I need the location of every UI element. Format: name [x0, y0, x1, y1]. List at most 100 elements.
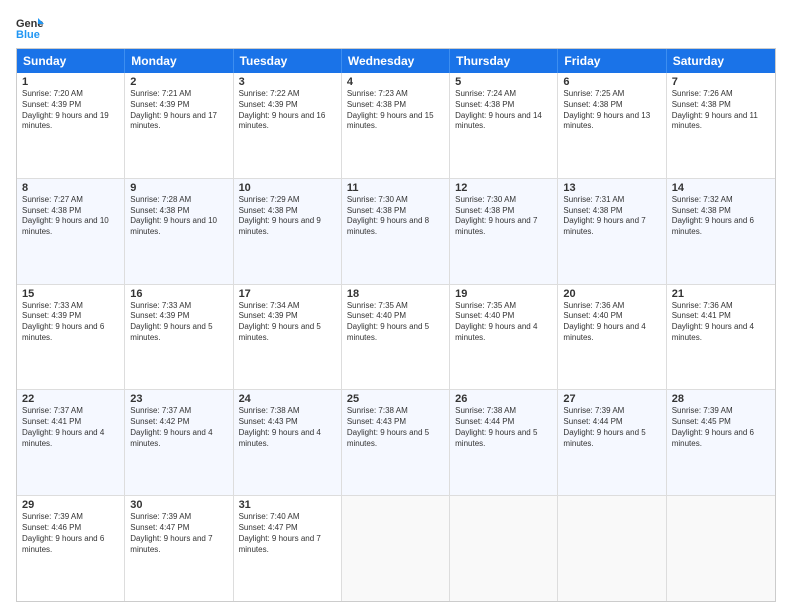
day-number: 1: [22, 76, 119, 88]
day-cell-11: 11Sunrise: 7:30 AMSunset: 4:38 PMDayligh…: [342, 179, 450, 284]
day-cell-30: 30Sunrise: 7:39 AMSunset: 4:47 PMDayligh…: [125, 496, 233, 601]
day-info: Sunrise: 7:34 AMSunset: 4:39 PMDaylight:…: [239, 301, 336, 344]
day-info: Sunrise: 7:20 AMSunset: 4:39 PMDaylight:…: [22, 89, 119, 132]
day-info: Sunrise: 7:36 AMSunset: 4:41 PMDaylight:…: [672, 301, 770, 344]
logo-icon: General Blue: [16, 16, 44, 40]
day-number: 7: [672, 76, 770, 88]
day-number: 25: [347, 393, 444, 405]
day-cell-9: 9Sunrise: 7:28 AMSunset: 4:38 PMDaylight…: [125, 179, 233, 284]
day-cell-8: 8Sunrise: 7:27 AMSunset: 4:38 PMDaylight…: [17, 179, 125, 284]
weekday-header-thursday: Thursday: [450, 49, 558, 73]
day-number: 17: [239, 288, 336, 300]
day-cell-18: 18Sunrise: 7:35 AMSunset: 4:40 PMDayligh…: [342, 285, 450, 390]
empty-cell: [342, 496, 450, 601]
day-info: Sunrise: 7:33 AMSunset: 4:39 PMDaylight:…: [130, 301, 227, 344]
day-info: Sunrise: 7:26 AMSunset: 4:38 PMDaylight:…: [672, 89, 770, 132]
calendar: SundayMondayTuesdayWednesdayThursdayFrid…: [16, 48, 776, 602]
day-number: 10: [239, 182, 336, 194]
day-number: 24: [239, 393, 336, 405]
day-cell-29: 29Sunrise: 7:39 AMSunset: 4:46 PMDayligh…: [17, 496, 125, 601]
day-info: Sunrise: 7:27 AMSunset: 4:38 PMDaylight:…: [22, 195, 119, 238]
day-info: Sunrise: 7:30 AMSunset: 4:38 PMDaylight:…: [455, 195, 552, 238]
calendar-week-3: 15Sunrise: 7:33 AMSunset: 4:39 PMDayligh…: [17, 285, 775, 391]
day-number: 27: [563, 393, 660, 405]
day-info: Sunrise: 7:24 AMSunset: 4:38 PMDaylight:…: [455, 89, 552, 132]
day-number: 9: [130, 182, 227, 194]
day-info: Sunrise: 7:39 AMSunset: 4:44 PMDaylight:…: [563, 406, 660, 449]
day-number: 11: [347, 182, 444, 194]
day-cell-24: 24Sunrise: 7:38 AMSunset: 4:43 PMDayligh…: [234, 390, 342, 495]
day-info: Sunrise: 7:38 AMSunset: 4:43 PMDaylight:…: [347, 406, 444, 449]
day-info: Sunrise: 7:35 AMSunset: 4:40 PMDaylight:…: [455, 301, 552, 344]
day-info: Sunrise: 7:36 AMSunset: 4:40 PMDaylight:…: [563, 301, 660, 344]
empty-cell: [667, 496, 775, 601]
svg-text:Blue: Blue: [16, 29, 40, 40]
day-cell-2: 2Sunrise: 7:21 AMSunset: 4:39 PMDaylight…: [125, 73, 233, 178]
calendar-week-5: 29Sunrise: 7:39 AMSunset: 4:46 PMDayligh…: [17, 496, 775, 601]
weekday-header-tuesday: Tuesday: [234, 49, 342, 73]
day-number: 12: [455, 182, 552, 194]
day-cell-28: 28Sunrise: 7:39 AMSunset: 4:45 PMDayligh…: [667, 390, 775, 495]
day-cell-10: 10Sunrise: 7:29 AMSunset: 4:38 PMDayligh…: [234, 179, 342, 284]
day-info: Sunrise: 7:33 AMSunset: 4:39 PMDaylight:…: [22, 301, 119, 344]
day-number: 5: [455, 76, 552, 88]
day-cell-4: 4Sunrise: 7:23 AMSunset: 4:38 PMDaylight…: [342, 73, 450, 178]
day-cell-13: 13Sunrise: 7:31 AMSunset: 4:38 PMDayligh…: [558, 179, 666, 284]
day-number: 18: [347, 288, 444, 300]
day-info: Sunrise: 7:28 AMSunset: 4:38 PMDaylight:…: [130, 195, 227, 238]
day-number: 26: [455, 393, 552, 405]
day-info: Sunrise: 7:39 AMSunset: 4:45 PMDaylight:…: [672, 406, 770, 449]
day-cell-25: 25Sunrise: 7:38 AMSunset: 4:43 PMDayligh…: [342, 390, 450, 495]
day-number: 14: [672, 182, 770, 194]
day-number: 22: [22, 393, 119, 405]
day-info: Sunrise: 7:25 AMSunset: 4:38 PMDaylight:…: [563, 89, 660, 132]
day-number: 20: [563, 288, 660, 300]
empty-cell: [558, 496, 666, 601]
day-info: Sunrise: 7:38 AMSunset: 4:43 PMDaylight:…: [239, 406, 336, 449]
day-number: 23: [130, 393, 227, 405]
day-number: 31: [239, 499, 336, 511]
day-cell-14: 14Sunrise: 7:32 AMSunset: 4:38 PMDayligh…: [667, 179, 775, 284]
weekday-header-friday: Friday: [558, 49, 666, 73]
day-cell-27: 27Sunrise: 7:39 AMSunset: 4:44 PMDayligh…: [558, 390, 666, 495]
day-cell-26: 26Sunrise: 7:38 AMSunset: 4:44 PMDayligh…: [450, 390, 558, 495]
day-cell-23: 23Sunrise: 7:37 AMSunset: 4:42 PMDayligh…: [125, 390, 233, 495]
day-info: Sunrise: 7:39 AMSunset: 4:47 PMDaylight:…: [130, 512, 227, 555]
day-info: Sunrise: 7:38 AMSunset: 4:44 PMDaylight:…: [455, 406, 552, 449]
calendar-header: SundayMondayTuesdayWednesdayThursdayFrid…: [17, 49, 775, 73]
day-cell-16: 16Sunrise: 7:33 AMSunset: 4:39 PMDayligh…: [125, 285, 233, 390]
day-number: 4: [347, 76, 444, 88]
day-info: Sunrise: 7:30 AMSunset: 4:38 PMDaylight:…: [347, 195, 444, 238]
day-info: Sunrise: 7:21 AMSunset: 4:39 PMDaylight:…: [130, 89, 227, 132]
day-number: 30: [130, 499, 227, 511]
day-info: Sunrise: 7:32 AMSunset: 4:38 PMDaylight:…: [672, 195, 770, 238]
calendar-week-2: 8Sunrise: 7:27 AMSunset: 4:38 PMDaylight…: [17, 179, 775, 285]
weekday-header-wednesday: Wednesday: [342, 49, 450, 73]
calendar-week-1: 1Sunrise: 7:20 AMSunset: 4:39 PMDaylight…: [17, 73, 775, 179]
day-cell-3: 3Sunrise: 7:22 AMSunset: 4:39 PMDaylight…: [234, 73, 342, 178]
day-cell-12: 12Sunrise: 7:30 AMSunset: 4:38 PMDayligh…: [450, 179, 558, 284]
day-cell-19: 19Sunrise: 7:35 AMSunset: 4:40 PMDayligh…: [450, 285, 558, 390]
day-cell-21: 21Sunrise: 7:36 AMSunset: 4:41 PMDayligh…: [667, 285, 775, 390]
day-number: 13: [563, 182, 660, 194]
day-info: Sunrise: 7:29 AMSunset: 4:38 PMDaylight:…: [239, 195, 336, 238]
day-info: Sunrise: 7:35 AMSunset: 4:40 PMDaylight:…: [347, 301, 444, 344]
day-cell-15: 15Sunrise: 7:33 AMSunset: 4:39 PMDayligh…: [17, 285, 125, 390]
day-cell-6: 6Sunrise: 7:25 AMSunset: 4:38 PMDaylight…: [558, 73, 666, 178]
day-number: 8: [22, 182, 119, 194]
weekday-header-saturday: Saturday: [667, 49, 775, 73]
calendar-body: 1Sunrise: 7:20 AMSunset: 4:39 PMDaylight…: [17, 73, 775, 601]
day-cell-22: 22Sunrise: 7:37 AMSunset: 4:41 PMDayligh…: [17, 390, 125, 495]
day-number: 28: [672, 393, 770, 405]
day-info: Sunrise: 7:37 AMSunset: 4:41 PMDaylight:…: [22, 406, 119, 449]
day-number: 29: [22, 499, 119, 511]
weekday-header-sunday: Sunday: [17, 49, 125, 73]
day-number: 21: [672, 288, 770, 300]
day-info: Sunrise: 7:23 AMSunset: 4:38 PMDaylight:…: [347, 89, 444, 132]
day-number: 15: [22, 288, 119, 300]
empty-cell: [450, 496, 558, 601]
weekday-header-monday: Monday: [125, 49, 233, 73]
day-cell-31: 31Sunrise: 7:40 AMSunset: 4:47 PMDayligh…: [234, 496, 342, 601]
day-cell-7: 7Sunrise: 7:26 AMSunset: 4:38 PMDaylight…: [667, 73, 775, 178]
logo: General Blue: [16, 16, 48, 40]
